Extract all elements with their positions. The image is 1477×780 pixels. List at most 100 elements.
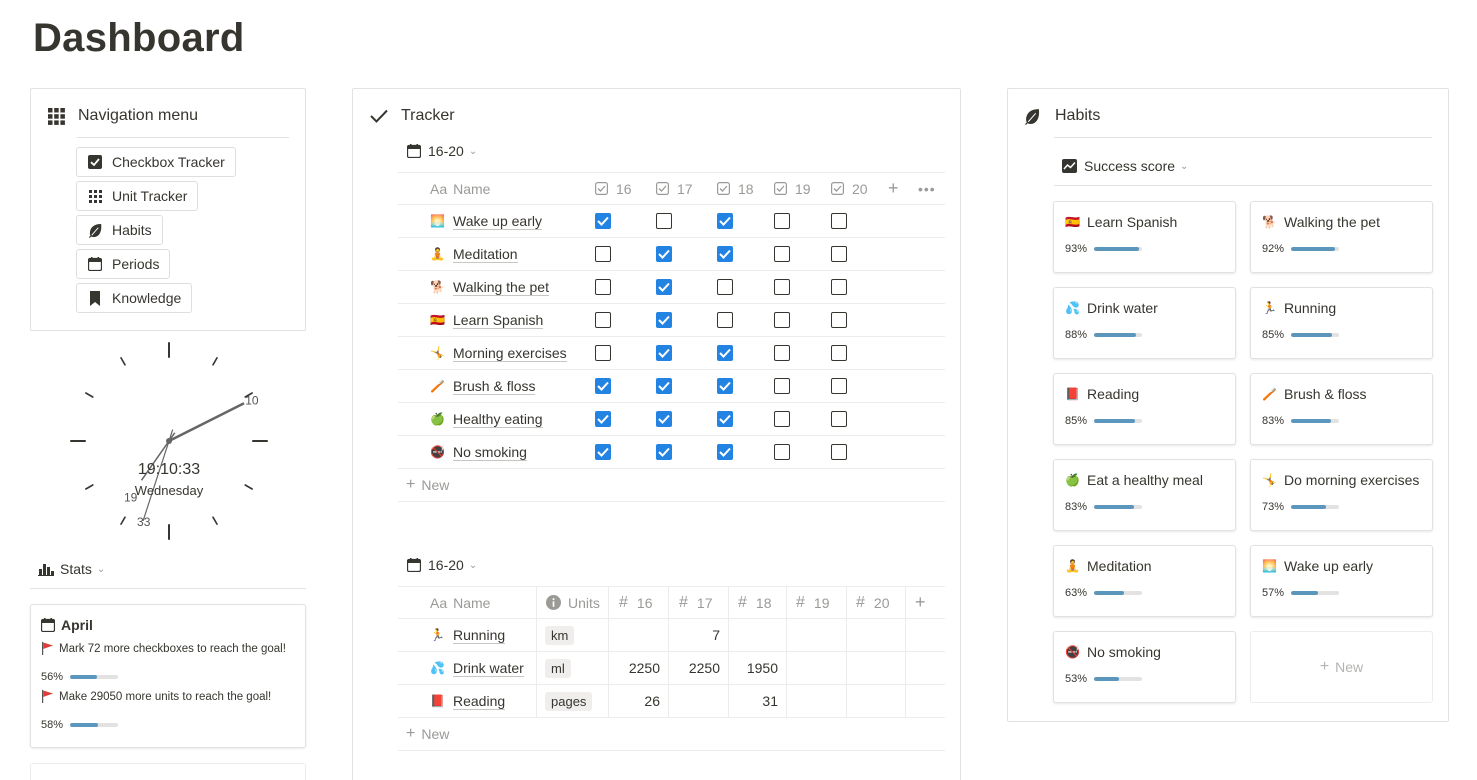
row-name-cell[interactable]: 🤸 Morning exercises (430, 337, 567, 369)
checkbox-checked[interactable] (656, 246, 672, 262)
unit-view-tab[interactable]: 16-20 ⌄ (407, 557, 477, 573)
checkbox-unchecked[interactable] (831, 213, 847, 229)
checkbox-checked[interactable] (656, 378, 672, 394)
checkbox-checked[interactable] (656, 444, 672, 460)
number-cell[interactable] (845, 619, 897, 651)
number-cell[interactable] (845, 685, 897, 717)
column-header-units[interactable]: Units (546, 587, 600, 618)
table-row[interactable]: 🏃 Running km 7 (398, 619, 945, 652)
number-cell[interactable] (786, 652, 838, 684)
checkbox-unchecked[interactable] (831, 444, 847, 460)
checkbox-view-tab[interactable]: 16-20 ⌄ (407, 143, 477, 159)
new-habit-card[interactable]: + New (1250, 631, 1433, 703)
row-name-cell[interactable]: 🇪🇸 Learn Spanish (430, 304, 544, 336)
checkbox-unchecked[interactable] (774, 345, 790, 361)
table-row[interactable]: 🤸 Morning exercises (398, 337, 945, 370)
unit-cell[interactable]: ml (545, 652, 571, 684)
nav-button-periods[interactable]: Periods (76, 249, 171, 279)
checkbox-checked[interactable] (717, 444, 733, 460)
checkbox-unchecked[interactable] (595, 345, 611, 361)
table-row[interactable]: 📕 Reading pages 26 31 (398, 685, 945, 718)
stats-view-tab[interactable]: Stats ⌄ (38, 561, 105, 577)
habit-card[interactable]: 🇪🇸 Learn Spanish 93% (1053, 201, 1236, 273)
checkbox-unchecked[interactable] (831, 279, 847, 295)
row-name-cell[interactable]: 🧘 Meditation (430, 238, 518, 270)
checkbox-unchecked[interactable] (831, 312, 847, 328)
habit-card[interactable]: 🌅 Wake up early 57% (1250, 545, 1433, 617)
table-row[interactable]: 🐕 Walking the pet (398, 271, 945, 304)
nav-button-checkbox-tracker[interactable]: Checkbox Tracker (76, 147, 236, 177)
number-cell[interactable]: 2250 (668, 652, 720, 684)
checkbox-checked[interactable] (656, 279, 672, 295)
number-cell[interactable] (608, 619, 660, 651)
checkbox-unchecked[interactable] (595, 312, 611, 328)
column-header-name[interactable]: Aa Name (430, 587, 490, 618)
number-cell[interactable]: 7 (668, 619, 720, 651)
number-cell[interactable] (726, 619, 778, 651)
number-cell[interactable] (786, 619, 838, 651)
column-header-day-18[interactable]: #18 (738, 587, 771, 618)
checkbox-unchecked[interactable] (831, 246, 847, 262)
checkbox-unchecked[interactable] (717, 312, 733, 328)
column-header-name[interactable]: Aa Name (430, 173, 490, 204)
checkbox-checked[interactable] (595, 213, 611, 229)
habit-card[interactable]: 🧘 Meditation 63% (1053, 545, 1236, 617)
checkbox-unchecked[interactable] (595, 246, 611, 262)
checkbox-unchecked[interactable] (774, 213, 790, 229)
column-header-day-16[interactable]: #16 (619, 587, 652, 618)
row-name-cell[interactable]: 🌅 Wake up early (430, 205, 542, 237)
number-cell[interactable] (786, 685, 838, 717)
more-options-icon[interactable]: ••• (918, 173, 936, 204)
row-name-cell[interactable]: 📕 Reading (430, 685, 506, 717)
number-cell[interactable]: 31 (726, 685, 778, 717)
column-header-day-17[interactable]: 17 (656, 173, 693, 204)
checkbox-checked[interactable] (595, 378, 611, 394)
checkbox-unchecked[interactable] (595, 279, 611, 295)
nav-button-habits[interactable]: Habits (76, 215, 163, 245)
habit-card[interactable]: 🤸 Do morning exercises 73% (1250, 459, 1433, 531)
number-cell[interactable]: 26 (608, 685, 660, 717)
checkbox-unchecked[interactable] (774, 279, 790, 295)
number-cell[interactable] (845, 652, 897, 684)
checkbox-unchecked[interactable] (774, 444, 790, 460)
new-row-button[interactable]: + New (398, 718, 945, 751)
checkbox-unchecked[interactable] (774, 312, 790, 328)
habit-card[interactable]: 🍏 Eat a healthy meal 83% (1053, 459, 1236, 531)
row-name-cell[interactable]: 💦 Drink water (430, 652, 524, 684)
checkbox-unchecked[interactable] (831, 378, 847, 394)
nav-button-knowledge[interactable]: Knowledge (76, 283, 193, 313)
checkbox-unchecked[interactable] (774, 246, 790, 262)
column-header-day-20[interactable]: 20 (831, 173, 868, 204)
table-row[interactable]: 💦 Drink water ml 2250 2250 1950 (398, 652, 945, 685)
habit-card[interactable]: 🐕 Walking the pet 92% (1250, 201, 1433, 273)
number-cell[interactable]: 2250 (608, 652, 660, 684)
habit-card[interactable]: 🪥 Brush & floss 83% (1250, 373, 1433, 445)
checkbox-unchecked[interactable] (774, 378, 790, 394)
row-name-cell[interactable]: 🍏 Healthy eating (430, 403, 543, 435)
number-cell[interactable] (668, 685, 720, 717)
column-header-day-19[interactable]: 19 (774, 173, 811, 204)
row-name-cell[interactable]: 🏃 Running (430, 619, 506, 651)
checkbox-unchecked[interactable] (774, 411, 790, 427)
column-header-day-18[interactable]: 18 (717, 173, 754, 204)
number-cell[interactable]: 1950 (726, 652, 778, 684)
habit-card[interactable]: 📕 Reading 85% (1053, 373, 1236, 445)
checkbox-unchecked[interactable] (831, 411, 847, 427)
new-row-button[interactable]: + New (398, 469, 945, 502)
table-row[interactable]: 🚭 No smoking (398, 436, 945, 469)
checkbox-unchecked[interactable] (717, 279, 733, 295)
column-header-day-16[interactable]: 16 (595, 173, 632, 204)
column-header-day-20[interactable]: #20 (856, 587, 889, 618)
habit-card[interactable]: 🏃 Running 85% (1250, 287, 1433, 359)
column-header-day-19[interactable]: #19 (796, 587, 829, 618)
checkbox-checked[interactable] (595, 444, 611, 460)
checkbox-checked[interactable] (656, 411, 672, 427)
table-row[interactable]: 🌅 Wake up early (398, 205, 945, 238)
checkbox-checked[interactable] (717, 345, 733, 361)
add-column-plus-icon[interactable]: + (915, 587, 926, 618)
table-row[interactable]: 🪥 Brush & floss (398, 370, 945, 403)
row-name-cell[interactable]: 🪥 Brush & floss (430, 370, 536, 402)
checkbox-checked[interactable] (656, 312, 672, 328)
unit-cell[interactable]: pages (545, 685, 593, 717)
table-row[interactable]: 🧘 Meditation (398, 238, 945, 271)
